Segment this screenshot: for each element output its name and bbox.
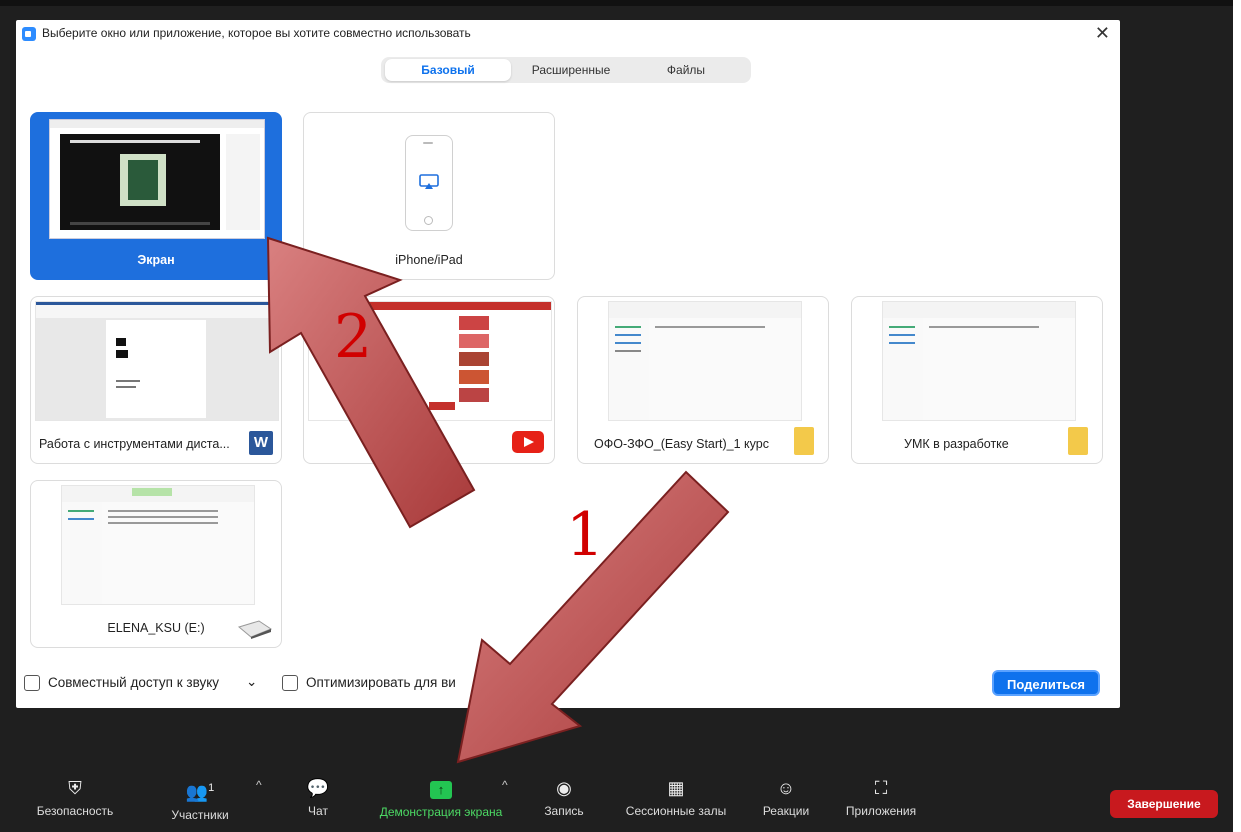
toolbar-reactions[interactable]: ☺ Реакции: [754, 778, 818, 818]
participants-caret-icon[interactable]: ^: [256, 778, 262, 792]
share-screen-icon: ↑: [366, 778, 516, 799]
shield-icon: ⛨: [68, 778, 82, 798]
chat-icon: 💬: [306, 778, 330, 798]
toolbar-chat[interactable]: 💬 Чат: [290, 778, 346, 818]
toolbar-security[interactable]: ⛨ Безопасность: [30, 778, 120, 818]
toolbar-record[interactable]: ◉ Запись: [532, 778, 596, 818]
participants-icon: 👥1: [185, 782, 215, 802]
toolbar-participants[interactable]: 👥1 Участники: [155, 778, 245, 822]
breakout-rooms-icon: ▦: [667, 778, 685, 798]
toolbar-apps[interactable]: ⛶ Приложения: [836, 778, 926, 818]
apps-icon: ⛶: [874, 778, 888, 798]
end-meeting-button[interactable]: Завершение: [1110, 790, 1218, 818]
annotation-arrows: [266, 236, 730, 764]
share-caret-icon[interactable]: ^: [502, 778, 508, 792]
record-icon: ◉: [556, 778, 572, 798]
toolbar-share-screen[interactable]: ↑ Демонстрация экрана: [366, 778, 516, 819]
arrow-2-number: 2: [334, 302, 373, 372]
arrow-1-number: 1: [566, 500, 605, 570]
reactions-icon: ☺: [776, 778, 796, 798]
toolbar-breakout-rooms[interactable]: ▦ Сессионные залы: [614, 778, 738, 818]
arrow-2: [266, 236, 476, 529]
